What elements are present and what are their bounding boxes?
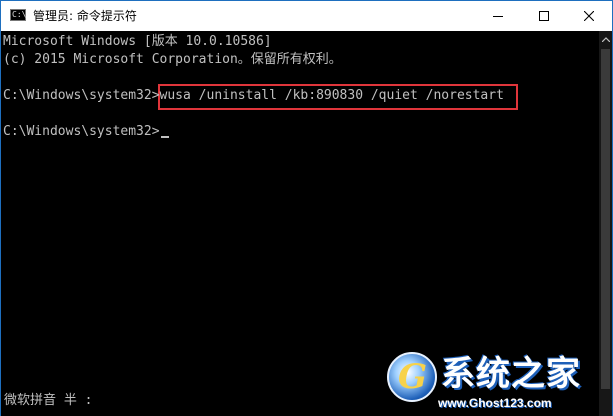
maximize-button[interactable]: [521, 1, 567, 31]
watermark-url: www.Ghost123.com: [438, 396, 552, 410]
scrollbar-thumb[interactable]: [601, 49, 610, 389]
cmd-icon[interactable]: C:\: [10, 9, 26, 21]
minimize-button[interactable]: [475, 1, 521, 31]
prompt-text: C:\Windows\system32>: [3, 124, 160, 139]
ime-status-bar: 微软拼音 半 :: [4, 393, 93, 408]
watermark-emblem: G: [387, 352, 437, 402]
close-icon: [584, 11, 594, 21]
watermark-letter: G: [398, 357, 428, 397]
watermark-brand: 系统之家: [441, 354, 581, 394]
watermark-logo: G 系统之家 www.Ghost123.com: [385, 351, 612, 415]
window-title: 管理员: 命令提示符: [33, 9, 137, 23]
maximize-icon: [539, 11, 549, 21]
minimize-icon: [493, 16, 503, 17]
title-bar[interactable]: C:\ 管理员: 命令提示符: [1, 1, 612, 31]
text-cursor: [160, 136, 169, 138]
close-button[interactable]: [566, 1, 612, 31]
scroll-up-button[interactable]: [599, 31, 612, 48]
console-line-version: Microsoft Windows [版本 10.0.10586]: [3, 34, 272, 49]
console-line-copyright: (c) 2015 Microsoft Corporation。保留所有权利。: [3, 52, 342, 67]
command-prompt-window: C:\ 管理员: 命令提示符 Microsoft Windows [版本 10.…: [0, 0, 613, 416]
chevron-up-icon: [601, 37, 610, 42]
cmd-icon-label: C:\: [12, 10, 27, 19]
console-line-command: C:\Windows\system32>wusa /uninstall /kb:…: [3, 88, 504, 103]
console-line-prompt[interactable]: C:\Windows\system32>: [3, 124, 169, 140]
